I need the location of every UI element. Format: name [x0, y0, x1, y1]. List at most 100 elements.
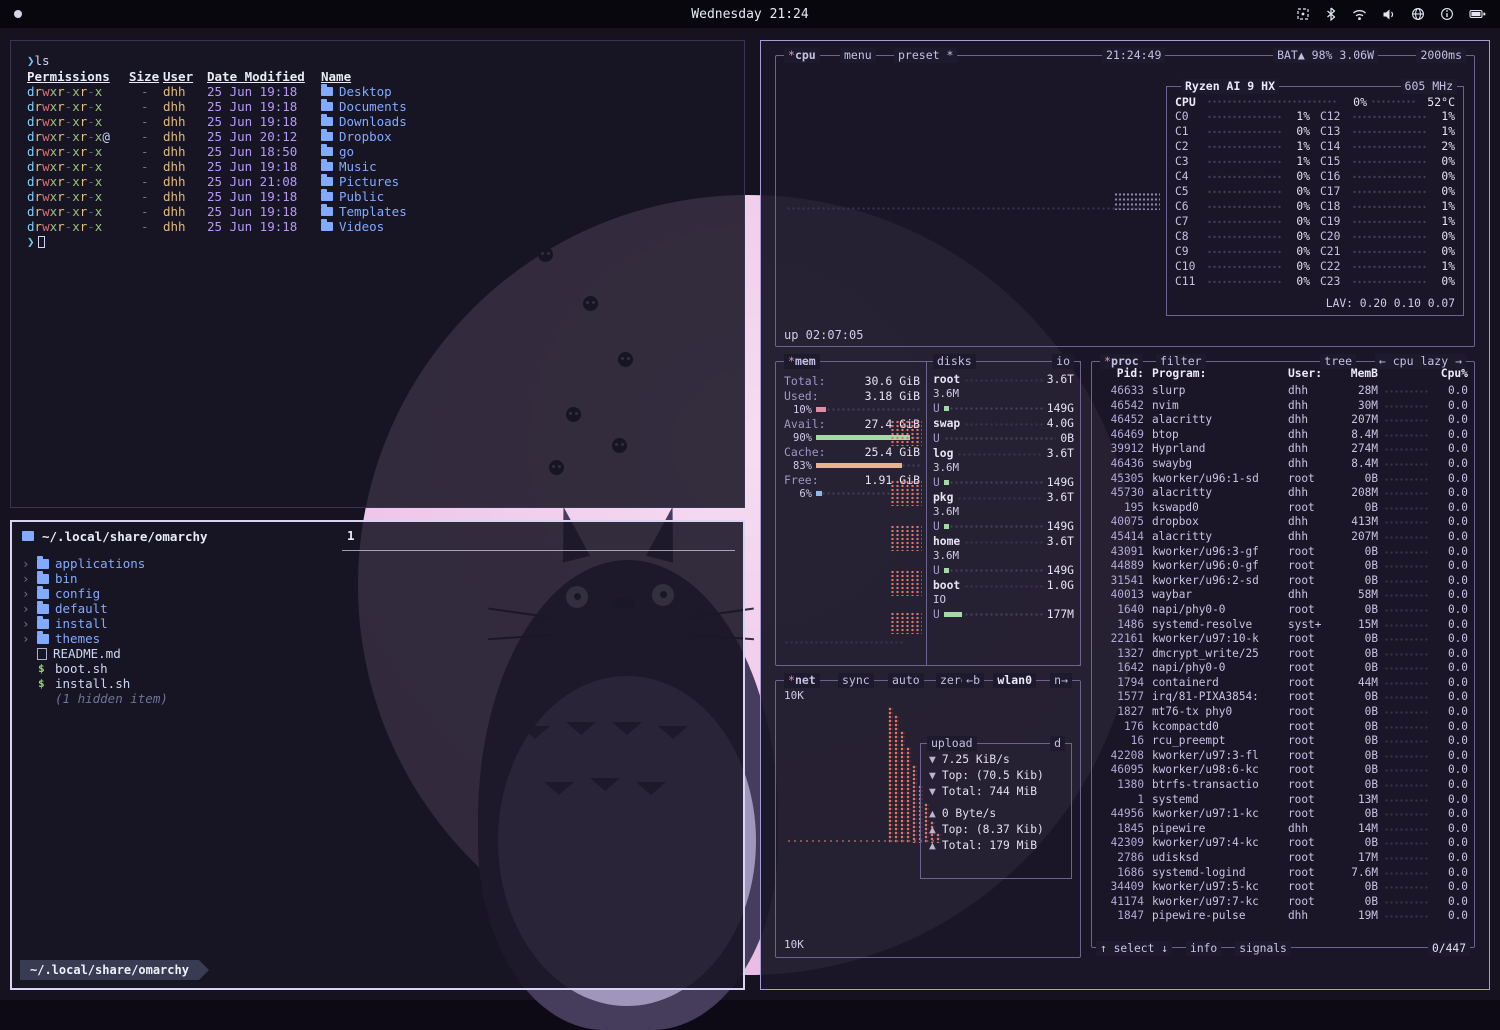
- process-row[interactable]: 1577 irq/81-PIXA3854: root 0B 0.0: [1098, 690, 1468, 705]
- process-row[interactable]: 1686 systemd-logind root 7.6M 0.0: [1098, 866, 1468, 881]
- process-row[interactable]: 39912 Hyprland dhh 274M 0.0: [1098, 442, 1468, 457]
- list-item[interactable]: bin: [22, 571, 733, 586]
- process-memory: 8.4M: [1334, 457, 1378, 472]
- signals-button[interactable]: signals: [1235, 941, 1291, 956]
- select-hint[interactable]: ↑ select ↓: [1096, 941, 1172, 956]
- process-row[interactable]: 46095 kworker/u98:6-kc root 0B 0.0: [1098, 763, 1468, 778]
- process-row[interactable]: 44889 kworker/u96:0-gf root 0B 0.0: [1098, 559, 1468, 574]
- process-row[interactable]: 40075 dropbox dhh 413M 0.0: [1098, 515, 1468, 530]
- list-item[interactable]: default: [22, 601, 733, 616]
- col-user[interactable]: User:: [1288, 367, 1334, 380]
- process-row[interactable]: 45730 alacritty dhh 208M 0.0: [1098, 486, 1468, 501]
- process-memory: 58M: [1334, 588, 1378, 603]
- menu-button[interactable]: menu: [840, 48, 876, 63]
- col-pid[interactable]: Pid:: [1098, 367, 1144, 380]
- process-row[interactable]: 46542 nvim dhh 30M 0.0: [1098, 399, 1468, 414]
- process-row[interactable]: 1327 dmcrypt_write/25 root 0B 0.0: [1098, 647, 1468, 662]
- process-row[interactable]: 2786 udisksd root 17M 0.0: [1098, 851, 1468, 866]
- wifi-icon[interactable]: [1352, 8, 1367, 21]
- disk-spacer: [964, 422, 1043, 426]
- process-row[interactable]: 195 kswapd0 root 0B 0.0: [1098, 501, 1468, 516]
- process-row[interactable]: 1380 btrfs-transactio root 0B 0.0: [1098, 778, 1468, 793]
- process-memory: 207M: [1334, 530, 1378, 545]
- net-info-hint[interactable]: d: [1050, 736, 1065, 751]
- entry-name: Dropbox: [321, 129, 728, 144]
- list-item[interactable]: (1 hidden item): [22, 691, 733, 706]
- process-row[interactable]: 16 rcu_preempt root 0B 0.0: [1098, 734, 1468, 749]
- about-icon[interactable]: [1440, 7, 1454, 21]
- process-row[interactable]: 1640 napi/phy0-0 root 0B 0.0: [1098, 603, 1468, 618]
- col-program[interactable]: Program:: [1144, 367, 1288, 380]
- process-row[interactable]: 1794 containerd root 44M 0.0: [1098, 676, 1468, 691]
- process-row[interactable]: 34409 kworker/u97:5-kc root 0B 0.0: [1098, 880, 1468, 895]
- user: dhh: [163, 189, 207, 204]
- process-name: alacritty: [1144, 486, 1288, 501]
- col-cpu[interactable]: Cpu%: [1432, 367, 1468, 380]
- disk-name: root: [933, 373, 960, 386]
- info-button[interactable]: info: [1186, 941, 1221, 956]
- process-row[interactable]: 43091 kworker/u96:3-gf root 0B 0.0: [1098, 545, 1468, 560]
- process-row[interactable]: 46436 swaybg dhh 8.4M 0.0: [1098, 457, 1468, 472]
- process-row[interactable]: 42309 kworker/u97:4-kc root 0B 0.0: [1098, 836, 1468, 851]
- list-item[interactable]: config: [22, 586, 733, 601]
- user: dhh: [163, 129, 207, 144]
- size: -: [129, 129, 163, 144]
- process-row[interactable]: 1845 pipewire dhh 14M 0.0: [1098, 822, 1468, 837]
- process-row[interactable]: 46452 alacritty dhh 207M 0.0: [1098, 413, 1468, 428]
- tab-number[interactable]: 1: [347, 528, 355, 543]
- bluetooth-icon[interactable]: [1325, 7, 1337, 21]
- window-file-manager[interactable]: ~/.local/share/omarchy 1 applications bi…: [10, 520, 745, 990]
- volume-icon[interactable]: [1382, 8, 1396, 21]
- window-ls-terminal[interactable]: ❯ls Permissions Size User Date Modified …: [10, 40, 745, 508]
- process-row[interactable]: 42208 kworker/u97:3-fl root 0B 0.0: [1098, 749, 1468, 764]
- col-user: User: [163, 69, 207, 84]
- process-cpu: 0.0: [1432, 399, 1468, 414]
- list-item[interactable]: boot.sh: [22, 661, 733, 676]
- entry-name: Desktop: [321, 84, 728, 99]
- up-arrow-icon: ▲: [929, 838, 936, 854]
- process-pid: 1327: [1098, 647, 1144, 662]
- battery-icon[interactable]: [1469, 8, 1486, 20]
- process-row[interactable]: 45414 alacritty dhh 207M 0.0: [1098, 530, 1468, 545]
- process-row[interactable]: 31541 kworker/u96:2-sd root 0B 0.0: [1098, 574, 1468, 589]
- workspace-dot[interactable]: [14, 10, 22, 18]
- prompt-line[interactable]: ❯: [27, 234, 728, 250]
- process-memory: 0B: [1334, 545, 1378, 560]
- network-icon[interactable]: [1411, 7, 1425, 21]
- screenshot-icon[interactable]: [1296, 7, 1310, 21]
- date-modified: 25 Jun 19:18: [207, 219, 321, 234]
- col-memory[interactable]: MemB: [1334, 367, 1378, 380]
- io-toggle[interactable]: io: [1052, 354, 1074, 369]
- window-system-monitor[interactable]: *cpu menu preset * 21:24:49 BAT▲ 98% 3.0…: [760, 40, 1490, 990]
- list-item[interactable]: install: [22, 616, 733, 631]
- process-panel: *proc filter tree ← cpu lazy → Pid: Prog…: [1091, 361, 1475, 948]
- process-row[interactable]: 44956 kworker/u97:1-kc root 0B 0.0: [1098, 807, 1468, 822]
- process-row[interactable]: 1486 systemd-resolve syst+ 15M 0.0: [1098, 618, 1468, 633]
- preset-button[interactable]: preset *: [894, 48, 957, 63]
- sync-button[interactable]: sync: [838, 673, 874, 688]
- process-row[interactable]: 46469 btop dhh 8.4M 0.0: [1098, 428, 1468, 443]
- process-row[interactable]: 1 systemd root 13M 0.0: [1098, 793, 1468, 808]
- iface-next-hint[interactable]: n→: [1050, 673, 1072, 688]
- entry-name: Documents: [321, 99, 728, 114]
- core-label: C9: [1175, 245, 1203, 258]
- process-row[interactable]: 46633 slurp dhh 28M 0.0: [1098, 384, 1468, 399]
- list-item[interactable]: themes: [22, 631, 733, 646]
- process-row[interactable]: 1847 pipewire-pulse dhh 19M 0.0: [1098, 909, 1468, 924]
- process-row[interactable]: 41174 kworker/u97:7-kc root 0B 0.0: [1098, 895, 1468, 910]
- process-row[interactable]: 1827 mt76-tx phy0 root 0B 0.0: [1098, 705, 1468, 720]
- process-name: alacritty: [1144, 530, 1288, 545]
- iface-prev-hint[interactable]: ←b: [962, 673, 984, 688]
- list-item[interactable]: install.sh: [22, 676, 733, 691]
- process-row[interactable]: 176 kcompactd0 root 0B 0.0: [1098, 720, 1468, 735]
- process-row[interactable]: 1642 napi/phy0-0 root 0B 0.0: [1098, 661, 1468, 676]
- process-row[interactable]: 40013 waybar dhh 58M 0.0: [1098, 588, 1468, 603]
- list-item[interactable]: applications: [22, 556, 733, 571]
- cpu-total-percent: 0%: [1341, 95, 1367, 109]
- list-item[interactable]: README.md: [22, 646, 733, 661]
- process-row[interactable]: 22161 kworker/u97:10-k root 0B 0.0: [1098, 632, 1468, 647]
- auto-button[interactable]: auto: [888, 673, 924, 688]
- process-name: kworker/u96:0-gf: [1144, 559, 1288, 574]
- process-name: kworker/u98:6-kc: [1144, 763, 1288, 778]
- process-row[interactable]: 45305 kworker/u96:1-sd root 0B 0.0: [1098, 472, 1468, 487]
